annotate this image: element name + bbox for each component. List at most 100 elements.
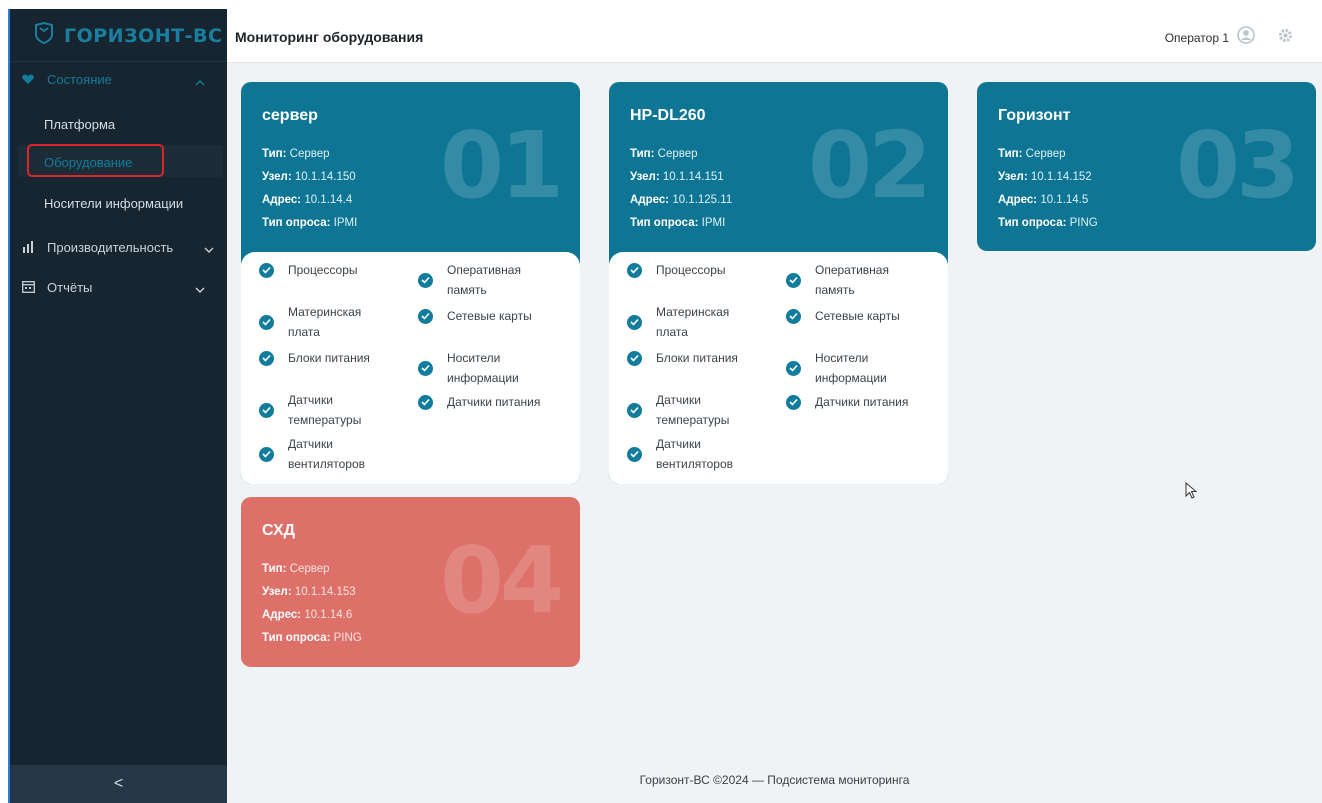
card-number: 01 [439, 112, 564, 219]
node-value: 10.1.14.151 [662, 171, 724, 183]
nav-group-state[interactable]: Состояние [10, 67, 227, 91]
check-item-label: Оперативная память [815, 263, 889, 297]
sidebar-item-platform[interactable]: Платформа [44, 117, 115, 132]
page-title: Мониторинг оборудования [235, 29, 424, 45]
poll-value: PING [1069, 217, 1098, 229]
checkmark-icon [627, 350, 642, 366]
nav-group-performance[interactable]: Производительность [10, 235, 227, 259]
window-left-border [0, 0, 8, 803]
checkmark-icon [418, 308, 433, 324]
check-item: Оперативная память [786, 260, 936, 300]
equipment-card-01[interactable]: сервер Тип: Сервер Узел: 10.1.14.150 Адр… [241, 82, 580, 484]
check-item: Датчики вентиляторов [627, 434, 777, 474]
heart-icon [22, 72, 34, 90]
app-logo[interactable]: ГОРИЗОНТ-ВС [34, 21, 222, 49]
sidebar-collapse-button[interactable]: < [10, 765, 227, 803]
nav-group-performance-label: Производительность [47, 239, 174, 255]
poll-label: Тип опроса: [262, 632, 331, 644]
chevron-up-icon [195, 73, 205, 91]
user-avatar-icon[interactable] [1237, 26, 1255, 49]
type-label: Тип: [630, 148, 655, 160]
checkmark-icon [786, 360, 801, 376]
address-label: Адрес: [262, 609, 302, 621]
address-value: 10.1.125.11 [672, 194, 733, 206]
address-value: 10.1.14.4 [304, 194, 353, 206]
type-value: Сервер [657, 148, 698, 160]
check-item: Датчики питания [786, 392, 936, 412]
checkmark-icon [418, 394, 433, 410]
check-item: Процессоры [259, 260, 409, 280]
window-top-border [0, 0, 1322, 9]
check-item: Блоки питания [627, 348, 777, 368]
check-item-label: Материнская плата [656, 305, 730, 339]
sidebar-item-storage-media[interactable]: Носители информации [44, 196, 183, 211]
checkmark-icon [259, 446, 274, 462]
check-item-label: Материнская плата [288, 305, 362, 339]
check-item-label: Блоки питания [288, 351, 370, 365]
checkmark-icon [627, 402, 642, 418]
top-bar: Мониторинг оборудования Оператор 1 [227, 9, 1322, 63]
check-item: Датчики питания [418, 392, 568, 412]
poll-label: Тип опроса: [630, 217, 699, 229]
card-info: Тип: Сервер Узел: 10.1.14.152 Адрес: 10.… [998, 143, 1098, 235]
card-info: Тип: Сервер Узел: 10.1.14.153 Адрес: 10.… [262, 558, 362, 650]
type-value: Сервер [289, 148, 330, 160]
check-item-label: Сетевые карты [815, 309, 900, 323]
card-title: сервер [262, 107, 318, 124]
type-value: Сервер [1025, 148, 1066, 160]
equipment-card-04[interactable]: СХД Тип: Сервер Узел: 10.1.14.153 Адрес:… [241, 497, 580, 667]
check-item: Процессоры [627, 260, 777, 280]
checkmark-icon [786, 308, 801, 324]
checkmark-icon [627, 446, 642, 462]
checkmark-icon [786, 394, 801, 410]
bar-chart-icon [22, 240, 34, 258]
user-name[interactable]: Оператор 1 [1165, 31, 1229, 45]
mouse-cursor-icon [1185, 481, 1198, 504]
check-item-label: Процессоры [288, 263, 358, 277]
address-label: Адрес: [262, 194, 302, 206]
chevron-down-icon [195, 281, 205, 299]
type-label: Тип: [998, 148, 1023, 160]
nav-group-reports-label: Отчёты [47, 279, 93, 295]
check-item: Носители информации [418, 348, 568, 388]
chevron-down-icon [204, 241, 214, 259]
poll-label: Тип опроса: [998, 217, 1067, 229]
checkmark-icon [418, 360, 433, 376]
check-item: Датчики вентиляторов [259, 434, 409, 474]
check-item: Носители информации [786, 348, 936, 388]
user-area: Оператор 1 [1165, 26, 1294, 49]
card-title: СХД [262, 522, 296, 539]
check-item-label: Датчики температуры [656, 393, 730, 427]
check-item: Датчики температуры [627, 390, 777, 430]
check-item: Датчики температуры [259, 390, 409, 430]
address-label: Адрес: [998, 194, 1038, 206]
footer-text: Горизонт-ВС ©2024 — Подсистема мониторин… [639, 773, 910, 787]
node-label: Узел: [262, 586, 292, 598]
sidebar: ГОРИЗОНТ-ВС Состояние Платформа Оборудов… [8, 9, 227, 803]
card-title: Горизонт [998, 107, 1071, 124]
calendar-icon [22, 280, 35, 298]
address-value: 10.1.14.6 [304, 609, 353, 621]
equipment-card-02[interactable]: HP-DL260 Тип: Сервер Узел: 10.1.14.151 А… [609, 82, 948, 484]
card-number: 02 [807, 112, 932, 219]
checkmark-icon [259, 402, 274, 418]
node-label: Узел: [998, 171, 1028, 183]
checkmark-icon [786, 272, 801, 288]
card-number: 04 [439, 527, 564, 634]
sidebar-divider [10, 61, 227, 62]
check-item-label: Процессоры [656, 263, 726, 277]
check-item-label: Сетевые карты [447, 309, 532, 323]
poll-label: Тип опроса: [262, 217, 331, 229]
type-value: Сервер [289, 563, 330, 575]
check-item-label: Блоки питания [656, 351, 738, 365]
card-title: HP-DL260 [630, 107, 706, 124]
checkmark-icon [627, 314, 642, 330]
check-item: Блоки питания [259, 348, 409, 368]
node-label: Узел: [262, 171, 292, 183]
checkmark-icon [259, 262, 274, 278]
settings-gear-icon[interactable] [1277, 27, 1294, 49]
poll-value: IPMI [701, 217, 726, 229]
nav-group-reports[interactable]: Отчёты [10, 275, 227, 299]
component-check-panel: Процессоры Материнская плата Блоки питания… [609, 252, 948, 484]
equipment-card-03[interactable]: Горизонт Тип: Сервер Узел: 10.1.14.152 А… [977, 82, 1316, 251]
